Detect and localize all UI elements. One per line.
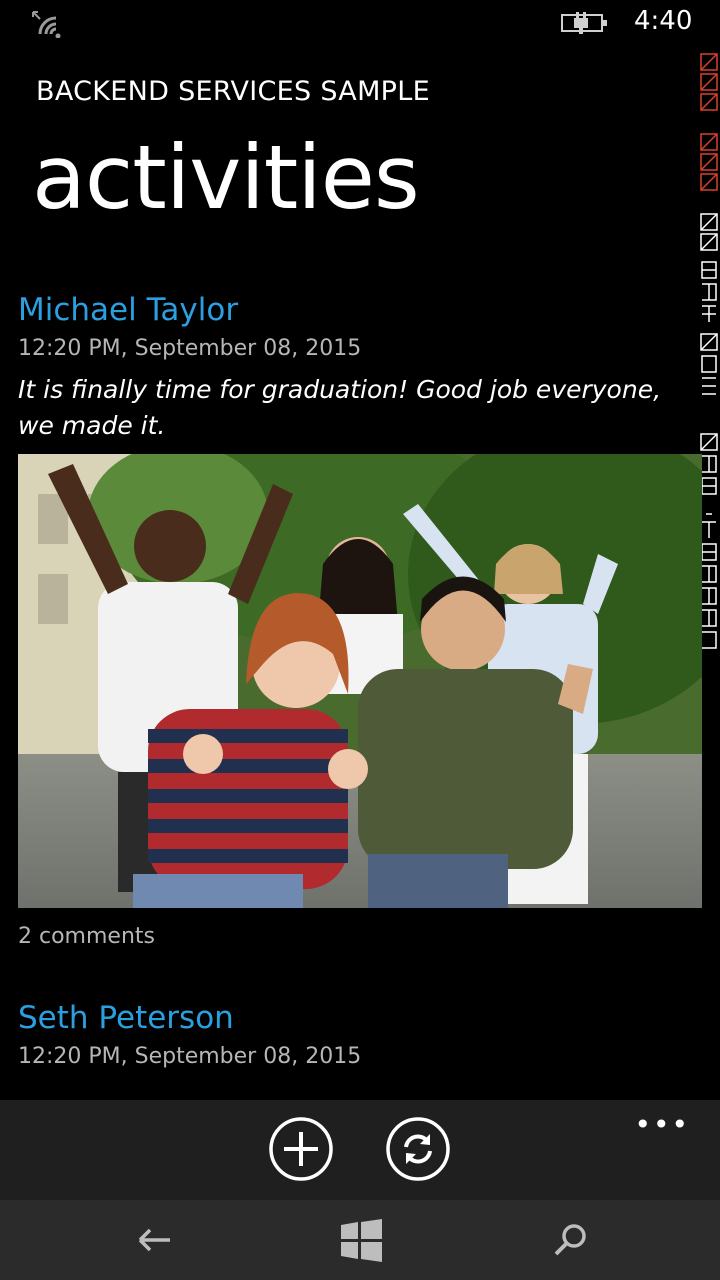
activity-author: Seth Peterson: [18, 1000, 234, 1036]
windows-start-icon[interactable]: [337, 1218, 385, 1262]
page-title: activities: [32, 126, 420, 229]
graduation-group-photo: [18, 454, 702, 908]
status-bar: 4:40: [0, 0, 720, 48]
activity-date: 12:20 PM, September 08, 2015: [18, 1044, 362, 1069]
add-icon[interactable]: [268, 1116, 334, 1182]
activity-photo[interactable]: [18, 454, 702, 908]
app-title: BACKEND SERVICES SAMPLE: [36, 76, 430, 107]
more-options-button[interactable]: •••: [634, 1108, 690, 1141]
battery-charging-icon: [561, 12, 607, 34]
activities-list[interactable]: Michael Taylor 12:20 PM, September 08, 2…: [0, 280, 720, 1100]
activity-author: Michael Taylor: [18, 292, 239, 328]
activity-item[interactable]: Seth Peterson 12:20 PM, September 08, 20…: [18, 998, 704, 1072]
activity-text: It is finally time for graduation! Good …: [18, 375, 662, 440]
back-icon[interactable]: [130, 1218, 178, 1262]
search-icon[interactable]: [546, 1218, 594, 1262]
activity-date: 12:20 PM, September 08, 2015: [18, 336, 362, 361]
wifi-signal-icon: [32, 11, 61, 38]
activity-comments-count[interactable]: 2 comments: [18, 924, 704, 949]
activity-item[interactable]: Michael Taylor 12:20 PM, September 08, 2…: [18, 290, 704, 949]
navigation-bar: [0, 1200, 720, 1280]
status-time: 4:40: [634, 6, 693, 36]
app-bar: •••: [0, 1100, 720, 1200]
refresh-icon[interactable]: [385, 1116, 451, 1182]
